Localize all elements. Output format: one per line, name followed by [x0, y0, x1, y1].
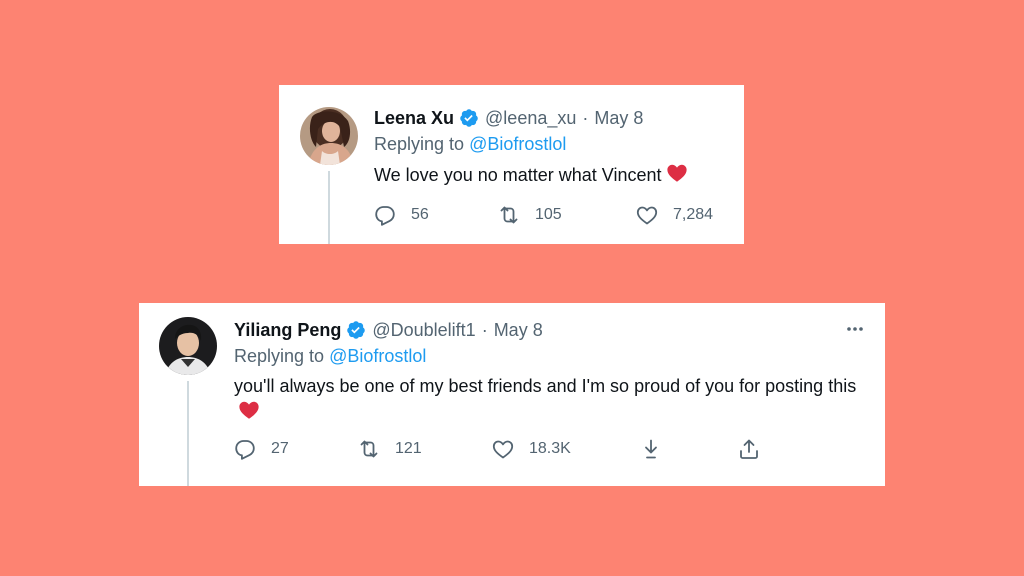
download-button[interactable]: [639, 437, 663, 461]
thread-line: [328, 171, 330, 244]
reply-count: 56: [411, 206, 429, 223]
separator: ·: [481, 319, 488, 340]
avatar[interactable]: [300, 107, 358, 165]
avatar[interactable]: [159, 317, 217, 375]
thread-line: [187, 381, 189, 486]
reply-button[interactable]: 56: [373, 203, 429, 227]
tweet-text: We love you no matter what Vincent: [374, 162, 729, 191]
replying-to-label: Replying to: [234, 346, 325, 366]
user-handle[interactable]: @leena_xu: [485, 108, 576, 129]
retweet-count: 105: [535, 206, 562, 223]
share-icon: [737, 437, 761, 461]
mention-link[interactable]: @Biofrostlol: [329, 346, 426, 366]
replying-to-label: Replying to: [374, 134, 465, 154]
red-heart-emoji-icon: [238, 399, 260, 428]
like-count: 7,284: [673, 206, 714, 223]
tweet-text: you'll always be one of my best friends …: [234, 374, 864, 428]
tweet-header: Yiliang Peng @Doublelift1 · May 8: [234, 317, 864, 343]
retweet-icon: [497, 203, 521, 227]
tweet-date[interactable]: May 8: [594, 108, 643, 129]
tweet-card: Leena Xu @leena_xu · May 8 Replying to @…: [279, 85, 744, 244]
retweet-button[interactable]: 121: [357, 437, 422, 461]
red-heart-emoji-icon: [666, 162, 688, 191]
share-button[interactable]: [737, 437, 761, 461]
reply-count: 27: [271, 440, 289, 457]
tweet-header: Leena Xu @leena_xu · May 8: [374, 105, 729, 131]
mention-link[interactable]: @Biofrostlol: [469, 134, 566, 154]
retweet-button[interactable]: 105: [497, 203, 562, 227]
verified-badge-icon: [346, 320, 366, 340]
replying-to: Replying to @Biofrostlol: [234, 346, 864, 370]
reply-button[interactable]: 27: [233, 437, 289, 461]
reply-icon: [373, 203, 397, 227]
retweet-count: 121: [395, 440, 422, 457]
replying-to: Replying to @Biofrostlol: [374, 134, 729, 158]
tweet-date[interactable]: May 8: [494, 320, 543, 341]
like-button[interactable]: 18.3K: [491, 437, 571, 461]
retweet-icon: [357, 437, 381, 461]
display-name[interactable]: Leena Xu: [374, 108, 454, 129]
separator: ·: [582, 107, 589, 128]
tweet-text-content: We love you no matter what Vincent: [374, 165, 662, 185]
download-icon: [639, 437, 663, 461]
tweet-card: Yiliang Peng @Doublelift1 · May 8 Replyi…: [139, 303, 885, 486]
tweet-text-content: you'll always be one of my best friends …: [234, 376, 857, 396]
verified-badge-icon: [459, 108, 479, 128]
like-button[interactable]: 7,284: [635, 203, 713, 227]
user-handle[interactable]: @Doublelift1: [372, 320, 475, 341]
like-icon: [491, 437, 515, 461]
display-name[interactable]: Yiliang Peng: [234, 320, 341, 341]
reply-icon: [233, 437, 257, 461]
like-icon: [635, 203, 659, 227]
like-count: 18.3K: [529, 440, 571, 457]
